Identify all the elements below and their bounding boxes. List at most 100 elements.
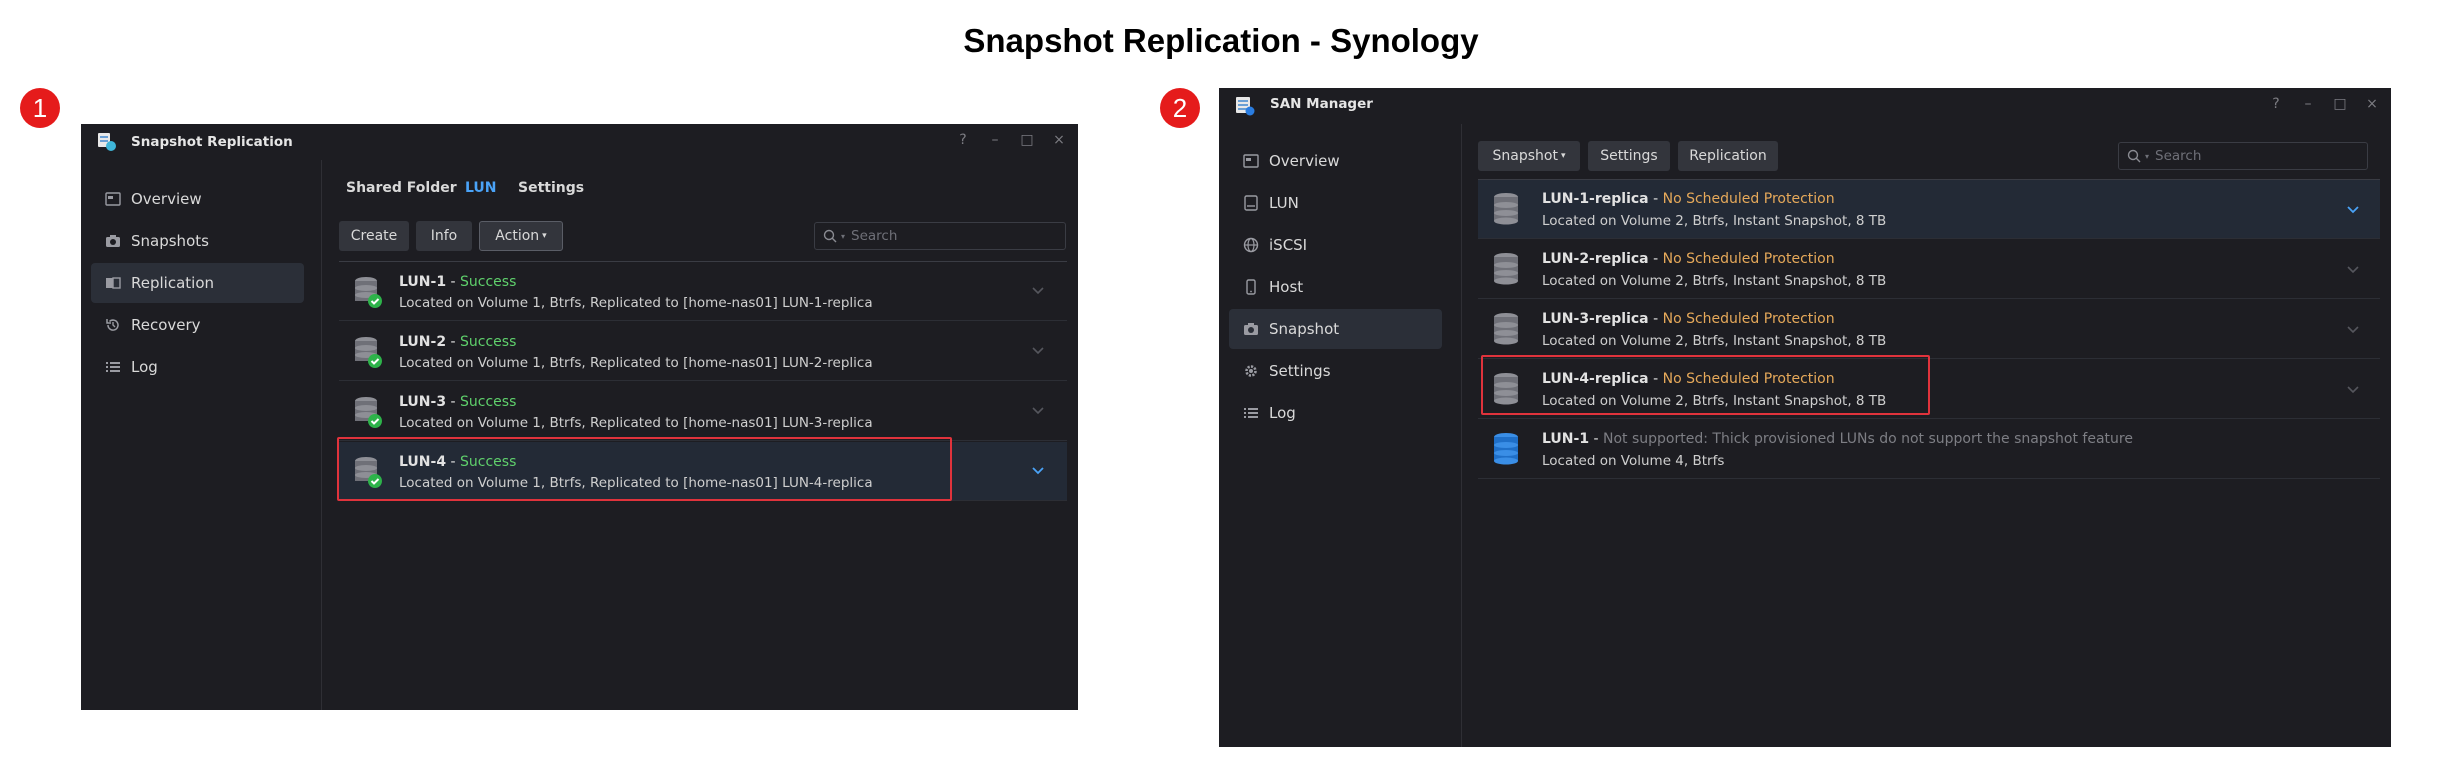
chevron-down-icon[interactable] [1031, 346, 1045, 356]
lun-name: LUN-1 [399, 274, 447, 290]
chevron-down-icon: ▾ [1560, 151, 1566, 161]
nav-item-log[interactable]: Log [1229, 393, 1442, 433]
sidebar: Overview Snapshots Replication Recovery … [81, 160, 322, 710]
lun-database-icon [1494, 193, 1518, 225]
nav-label: Snapshot [1269, 320, 1340, 338]
create-button[interactable]: Create [339, 221, 409, 251]
status-text: No Scheduled Protection [1662, 251, 1835, 267]
separator: - [1648, 251, 1663, 267]
nav-label: Replication [131, 274, 215, 292]
minimize-icon[interactable]: – [986, 132, 1004, 148]
separator: - [446, 274, 461, 290]
nav-item-snapshot[interactable]: Snapshot [1229, 309, 1442, 349]
page-title: Snapshot Replication - Synology [963, 22, 1479, 59]
nav-item-overview[interactable]: Overview [91, 179, 304, 219]
info-button[interactable]: Info [416, 221, 472, 251]
nav-item-iscsi[interactable]: iSCSI [1229, 225, 1442, 265]
lun-description: Located on Volume 2, Btrfs, Instant Snap… [1542, 333, 1887, 349]
search-placeholder: Search [2155, 148, 2202, 164]
camera-icon [106, 235, 120, 247]
tab-shared-folder[interactable]: Shared Folder [346, 180, 457, 196]
list-item[interactable]: LUN-3 - Success Located on Volume 1, Btr… [339, 382, 1067, 441]
status-text: Not supported: Thick provisioned LUNs do… [1603, 431, 2133, 447]
list-item[interactable]: LUN-1 - Success Located on Volume 1, Btr… [339, 262, 1067, 321]
snapshot-replication-window: Snapshot Replication ? – □ × Overview Sn… [81, 124, 1078, 710]
list-item-disabled[interactable]: LUN-1 - Not supported: Thick provisioned… [1478, 420, 2380, 479]
list-icon [1244, 408, 1258, 418]
snapshot-button[interactable]: Snapshot ▾ [1478, 141, 1580, 171]
phone-icon [1246, 279, 1256, 295]
search-input[interactable]: ▾ Search [814, 222, 1066, 250]
nav-item-recovery[interactable]: Recovery [91, 305, 304, 345]
main-panel: Shared Folder LUN Settings Create Info A… [323, 160, 1078, 710]
lun-name: LUN-2 [399, 334, 447, 350]
nav-item-overview[interactable]: Overview [1229, 141, 1442, 181]
status-text: No Scheduled Protection [1662, 191, 1835, 207]
lun-name: LUN-3 [399, 394, 447, 410]
lun-description: Located on Volume 1, Btrfs, Replicated t… [399, 295, 873, 311]
san-manager-window: SAN Manager ? – □ × Overview LUN iSCSI H… [1219, 88, 2391, 747]
chevron-down-icon[interactable] [2346, 325, 2360, 335]
nav-item-host[interactable]: Host [1229, 267, 1442, 307]
tab-lun[interactable]: LUN [465, 180, 497, 196]
status-text: No Scheduled Protection [1662, 311, 1835, 327]
nav-item-snapshots[interactable]: Snapshots [91, 221, 304, 261]
help-icon[interactable]: ? [2267, 96, 2285, 112]
snapshot-replication-app-icon [98, 133, 116, 151]
lun-database-icon [355, 337, 382, 368]
status-text: Success [460, 274, 517, 290]
lun-database-icon-blue [1494, 433, 1518, 465]
replication-icon [106, 277, 121, 289]
lun-name: LUN-1 [1542, 431, 1590, 447]
separator: - [1648, 191, 1663, 207]
separator: - [446, 334, 461, 350]
nav-label: Recovery [131, 316, 201, 334]
action-button[interactable]: Action ▾ [479, 221, 563, 251]
close-icon[interactable]: × [1050, 132, 1068, 148]
chevron-down-icon: ▾ [542, 231, 547, 241]
nav-item-settings[interactable]: Settings [1229, 351, 1442, 391]
chevron-down-icon[interactable] [2346, 265, 2360, 275]
nav-item-log[interactable]: Log [91, 347, 304, 387]
search-icon [823, 229, 837, 243]
lun-description: Located on Volume 1, Btrfs, Replicated t… [399, 415, 873, 431]
lun-name: LUN-1-replica [1542, 191, 1649, 207]
chevron-down-icon[interactable] [1031, 286, 1045, 296]
search-input[interactable]: ▾ Search [2118, 142, 2368, 170]
maximize-icon[interactable]: □ [2331, 96, 2349, 112]
lun-description: Located on Volume 2, Btrfs, Instant Snap… [1542, 213, 1887, 229]
chevron-down-icon[interactable] [2346, 205, 2360, 215]
title-bar: SAN Manager ? – □ × [1219, 88, 2391, 124]
replication-button[interactable]: Replication [1678, 141, 1778, 171]
nav-item-replication[interactable]: Replication [91, 263, 304, 303]
chevron-down-icon[interactable] [2346, 385, 2360, 395]
search-placeholder: Search [851, 228, 898, 244]
highlight-box [337, 437, 952, 501]
help-icon[interactable]: ? [954, 132, 972, 148]
list-item-selected[interactable]: LUN-1-replica - No Scheduled Protection … [1478, 180, 2380, 239]
settings-button[interactable]: Settings [1588, 141, 1670, 171]
lun-description: Located on Volume 1, Btrfs, Replicated t… [399, 355, 873, 371]
window-title: Snapshot Replication [131, 134, 293, 150]
overview-icon [105, 192, 121, 206]
lun-description: Located on Volume 2, Btrfs, Instant Snap… [1542, 273, 1887, 289]
recovery-icon [106, 319, 119, 331]
nav-label: Overview [1269, 152, 1340, 170]
list-item[interactable]: LUN-2 - Success Located on Volume 1, Btr… [339, 322, 1067, 381]
tab-settings[interactable]: Settings [518, 180, 584, 196]
step-badge-2: 2 [1160, 88, 1200, 128]
chevron-down-icon[interactable] [1031, 406, 1045, 416]
list-item[interactable]: LUN-3-replica - No Scheduled Protection … [1478, 300, 2380, 359]
close-icon[interactable]: × [2363, 96, 2381, 112]
list-item[interactable]: LUN-2-replica - No Scheduled Protection … [1478, 240, 2380, 299]
highlight-box [1481, 355, 1930, 415]
minimize-icon[interactable]: – [2299, 96, 2317, 112]
chevron-down-icon[interactable] [1031, 466, 1045, 476]
separator: - [1648, 311, 1663, 327]
lun-icon [1244, 195, 1258, 211]
step-badge-1: 1 [20, 88, 60, 128]
maximize-icon[interactable]: □ [1018, 132, 1036, 148]
nav-item-lun[interactable]: LUN [1229, 183, 1442, 223]
lun-database-icon [355, 277, 382, 308]
snapshot-list: LUN-1-replica - No Scheduled Protection … [1478, 180, 2380, 480]
